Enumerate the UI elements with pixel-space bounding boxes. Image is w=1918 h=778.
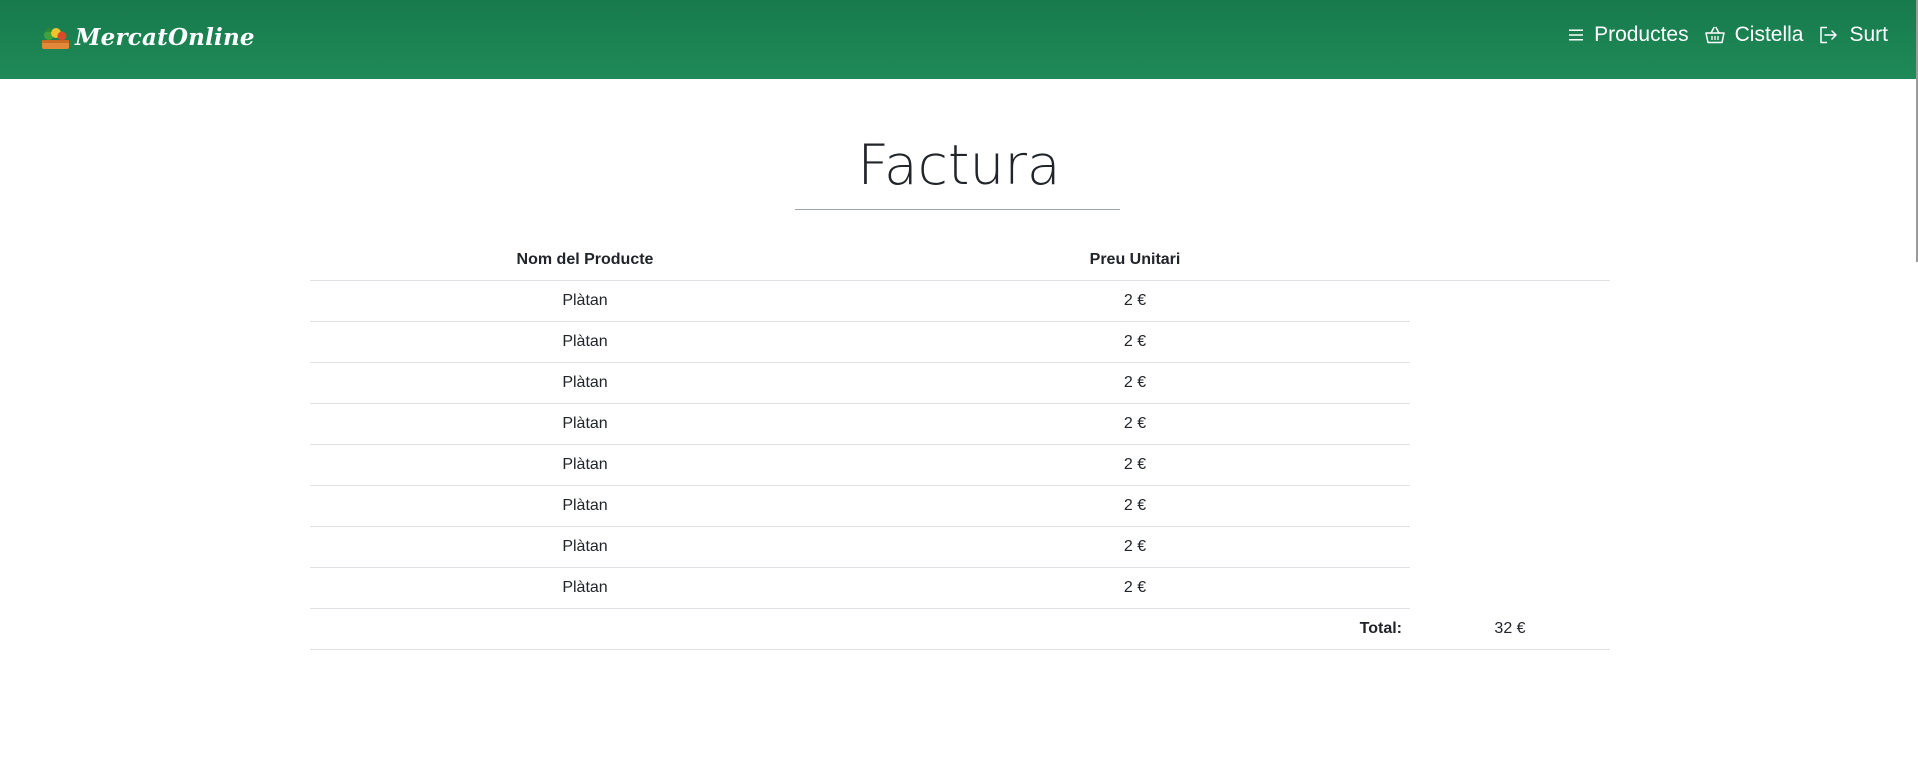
logout-icon [1820,26,1838,44]
empty-cell [1410,568,1610,609]
table-row: Plàtan 2 € [310,321,1610,363]
table-row: Plàtan 2 € [310,280,1610,322]
empty-cell [1410,445,1610,486]
total-row: Total: 32 € [310,608,1610,650]
column-header-product: Nom del Producte [310,240,860,281]
empty-cell [1410,281,1610,322]
nav-item-label: Surt [1849,23,1888,46]
unit-price-cell: 2 € [860,444,1410,486]
empty-cell [1410,486,1610,527]
basket-icon [1704,26,1725,44]
product-name-cell: Plàtan [310,280,860,322]
invoice-table: Nom del Producte Preu Unitari Plàtan 2 €… [310,240,1610,650]
column-header-empty [1410,240,1610,281]
product-name-cell: Plàtan [310,526,860,568]
total-spacer-cell [310,608,860,650]
unit-price-cell: 2 € [860,526,1410,568]
table-row: Plàtan 2 € [310,403,1610,445]
nav-item-cistella[interactable]: Cistella [1704,23,1804,47]
nav-item-label: Cistella [1734,23,1804,46]
table-header-row: Nom del Producte Preu Unitari [310,240,1610,281]
table-row: Plàtan 2 € [310,567,1610,609]
unit-price-cell: 2 € [860,567,1410,609]
product-name-cell: Plàtan [310,362,860,404]
product-name-cell: Plàtan [310,321,860,363]
total-value: 32 € [1410,608,1610,650]
page-scrollbar[interactable] [1913,0,1918,778]
nav-item-productes[interactable]: Productes [1568,23,1689,47]
nav-item-label: Productes [1594,23,1689,46]
table-row: Plàtan 2 € [310,485,1610,527]
unit-price-cell: 2 € [860,485,1410,527]
table-row: Plàtan 2 € [310,526,1610,568]
empty-cell [1410,363,1610,404]
top-navbar: MercatOnline Productes Cistella Surt [0,0,1918,79]
unit-price-cell: 2 € [860,403,1410,445]
unit-price-cell: 2 € [860,321,1410,363]
product-name-cell: Plàtan [310,403,860,445]
table-row: Plàtan 2 € [310,362,1610,404]
product-name-cell: Plàtan [310,444,860,486]
brand-link[interactable]: MercatOnline [40,20,255,54]
table-row: Plàtan 2 € [310,444,1610,486]
brand-name: MercatOnline [75,23,255,51]
total-label: Total: [860,608,1410,650]
empty-cell [1410,322,1610,363]
menu-icon [1569,29,1584,41]
title-divider [795,209,1120,210]
page-title: Factura [857,133,1061,197]
nav-item-surt[interactable]: Surt [1819,23,1888,47]
empty-cell [1410,527,1610,568]
product-name-cell: Plàtan [310,485,860,527]
unit-price-cell: 2 € [860,280,1410,322]
empty-cell [1410,404,1610,445]
product-name-cell: Plàtan [310,567,860,609]
column-header-price: Preu Unitari [860,240,1410,281]
fruit-basket-logo-icon [42,27,69,49]
nav-links: Productes Cistella Surt [1552,20,1888,50]
unit-price-cell: 2 € [860,362,1410,404]
